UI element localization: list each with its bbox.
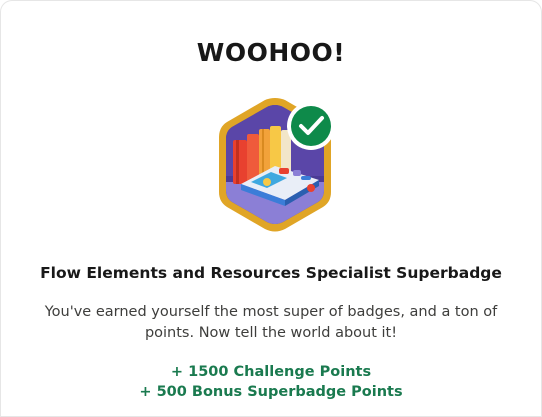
badge-name: Flow Elements and Resources Specialist S…: [40, 264, 502, 282]
bonus-points: + 500 Bonus Superbadge Points: [139, 384, 403, 400]
challenge-points: + 1500 Challenge Points: [170, 364, 372, 380]
superbadge-image: [205, 96, 345, 238]
books-superbadge-icon: [219, 98, 335, 232]
congrats-message: You've earned yourself the most super of…: [44, 304, 498, 341]
dialog-title: WOOHOO!: [196, 38, 346, 67]
superbadge-dialog: WOOHOO! Flow Elements and Resources Spec…: [0, 0, 542, 417]
